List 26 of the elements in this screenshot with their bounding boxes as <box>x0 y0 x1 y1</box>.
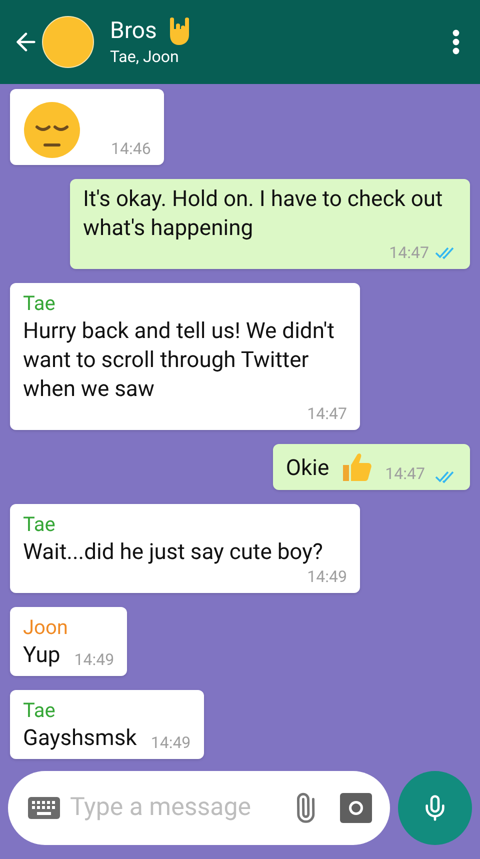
message-time: 14:49 <box>74 650 114 670</box>
message-time: 14:49 <box>150 733 191 753</box>
message-text: It's okay. Hold on. I have to check out what's happening <box>83 186 444 243</box>
message-text: Wait...did he just say cute boy? <box>23 539 323 567</box>
message-time: 14:47 <box>307 404 347 424</box>
message-time: 14:49 <box>307 567 347 587</box>
chat-members: Tae, Joon <box>110 46 180 68</box>
sender-name: Tae <box>23 697 56 724</box>
message-text: Okie <box>286 455 330 483</box>
message-text: Gayshsmsk <box>23 725 137 753</box>
sad-face-emoji-icon <box>23 101 81 159</box>
chat-title: Bros <box>110 17 157 45</box>
group-avatar[interactable] <box>42 16 94 68</box>
message-time: 14:47 <box>389 243 429 263</box>
message-text: Hurry back and tell us! We didn't want to scroll through Twitter when we saw <box>23 318 336 404</box>
more-options-icon[interactable] <box>452 29 460 55</box>
message-input-field[interactable]: Type a message <box>70 789 290 827</box>
keyboard-icon[interactable] <box>28 797 60 819</box>
sender-name: Tae <box>23 290 56 317</box>
message-text: Yup <box>23 642 60 670</box>
sender-name: Tae <box>23 511 56 538</box>
message-time: 14:46 <box>111 139 151 159</box>
composer-bar[interactable]: Type a message <box>8 771 390 845</box>
message-time: 14:47 <box>385 464 425 484</box>
camera-icon[interactable] <box>340 793 372 823</box>
sender-name: Joon <box>23 614 69 641</box>
